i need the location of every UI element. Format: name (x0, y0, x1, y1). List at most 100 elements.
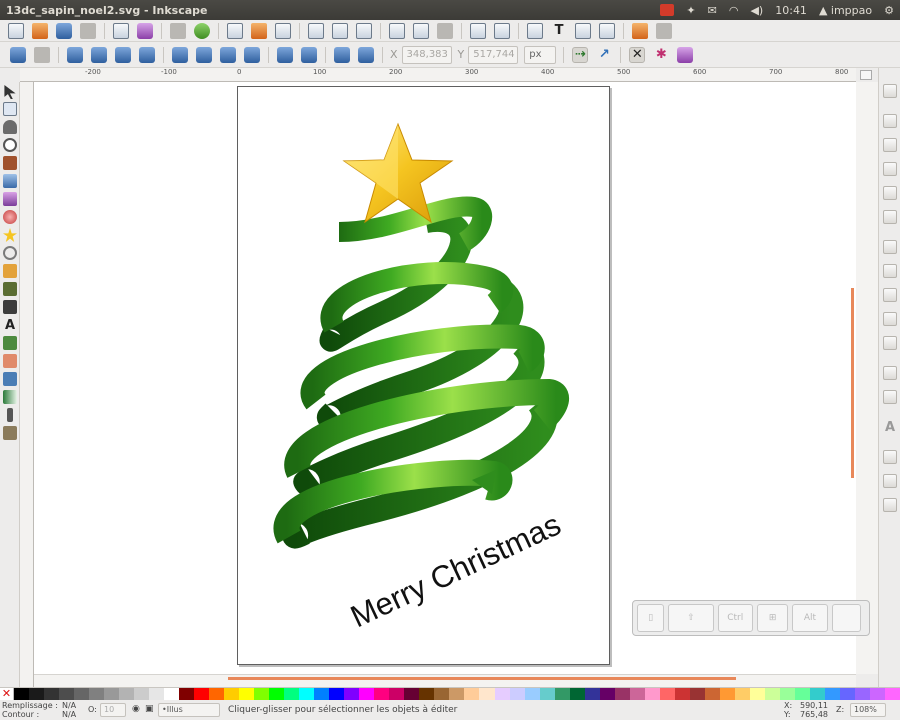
spray-tool-icon[interactable] (3, 336, 17, 350)
node-tool-icon[interactable] (3, 102, 17, 116)
session-gear-icon[interactable]: ⚙ (884, 0, 894, 20)
export-icon[interactable] (137, 22, 153, 39)
zoom-selection-icon[interactable] (308, 22, 324, 39)
eraser-tool-icon[interactable] (3, 354, 17, 368)
horizontal-scrollbar-thumb[interactable] (228, 677, 736, 680)
snap-smooth-icon[interactable] (883, 336, 897, 350)
osk-key-extra[interactable] (831, 604, 862, 632)
snap-center-icon[interactable] (883, 210, 897, 224)
gradient-tool-icon[interactable] (3, 390, 17, 404)
paint-bucket-tool-icon[interactable] (3, 372, 17, 386)
delete-segment-icon[interactable] (139, 46, 155, 63)
save-icon[interactable] (56, 22, 72, 39)
undo-icon[interactable] (170, 22, 186, 39)
greeting-text[interactable]: Merry Christmas (345, 507, 566, 635)
ellipse-tool-icon[interactable] (3, 210, 17, 224)
zoom-tool-icon[interactable] (3, 138, 17, 152)
text-font-icon[interactable]: T (551, 23, 567, 39)
artwork[interactable]: Merry Christmas (34, 82, 856, 674)
show-transform-handles-icon[interactable]: ⇢ (572, 46, 589, 63)
copy-icon[interactable] (227, 22, 243, 39)
snap-nodes-icon[interactable] (883, 240, 897, 254)
clock[interactable]: 10:41 (775, 0, 807, 20)
wifi-icon[interactable]: ◠ (729, 0, 739, 20)
notification-icon[interactable] (660, 0, 675, 20)
snap-bbox-edges-icon[interactable] (883, 138, 897, 152)
connector-tool-icon[interactable] (3, 426, 17, 440)
snap-guide-icon[interactable] (883, 498, 897, 512)
measure-tool-icon[interactable] (3, 156, 17, 170)
align-distribute-icon[interactable] (599, 22, 615, 39)
open-file-icon[interactable] (32, 22, 48, 39)
layer-select[interactable]: •Illus (158, 703, 220, 717)
show-outline-icon[interactable]: ✕ (629, 46, 646, 63)
fill-stroke-icon[interactable] (527, 22, 543, 39)
calligraphy-tool-icon[interactable] (3, 300, 17, 314)
preferences-icon[interactable] (632, 22, 648, 39)
document-properties-icon[interactable] (656, 22, 672, 39)
y-input[interactable]: 517,744 (468, 45, 519, 64)
vertical-scrollbar[interactable] (856, 82, 878, 674)
duplicate-icon[interactable] (389, 22, 405, 39)
zoom-drawing-icon[interactable] (332, 22, 348, 39)
vertical-scrollbar-thumb[interactable] (851, 288, 854, 478)
snap-bbox-midpoints-icon[interactable] (883, 186, 897, 200)
osk-key-alt[interactable]: Alt (792, 604, 828, 632)
insert-node-icon[interactable] (10, 46, 26, 63)
cusp-node-icon[interactable] (172, 46, 188, 63)
snap-grid-icon[interactable] (883, 474, 897, 488)
join-segment-icon[interactable] (115, 46, 131, 63)
paste-icon[interactable] (275, 22, 291, 39)
edit-mask-icon[interactable] (677, 46, 694, 63)
new-document-icon[interactable] (8, 22, 24, 39)
line-segment-icon[interactable] (277, 46, 293, 63)
object-to-path-icon[interactable] (334, 46, 350, 63)
spiral-tool-icon[interactable] (3, 246, 17, 260)
osk-key-ctrl[interactable]: Ctrl (717, 604, 753, 632)
dropbox-icon[interactable]: ✦ (686, 0, 695, 20)
zoom-correction-icon[interactable] (860, 70, 872, 80)
join-nodes-icon[interactable] (67, 46, 83, 63)
star-tool-icon[interactable] (3, 228, 17, 242)
pen-tool-icon[interactable] (3, 282, 17, 296)
edit-clip-icon[interactable]: ✱ (653, 47, 669, 63)
snap-bbox-corners-icon[interactable] (883, 162, 897, 176)
snap-page-border-icon[interactable] (883, 450, 897, 464)
snap-cusp-icon[interactable] (883, 312, 897, 326)
x-input[interactable]: 348,383 (401, 45, 452, 64)
snap-intersections-icon[interactable] (883, 288, 897, 302)
curve-segment-icon[interactable] (301, 46, 317, 63)
clone-icon[interactable] (413, 22, 429, 39)
break-path-icon[interactable] (91, 46, 107, 63)
snap-text-baseline-icon[interactable]: A (883, 420, 897, 435)
user-menu[interactable]: ▲ imppao (819, 0, 872, 20)
stroke-to-path-icon[interactable] (358, 46, 374, 63)
text-tool-icon[interactable]: A (3, 318, 17, 333)
tweak-tool-icon[interactable] (3, 120, 17, 134)
horizontal-scrollbar[interactable] (34, 674, 856, 687)
x-coordinate-field[interactable]: X 348,383 (390, 45, 452, 64)
xml-editor-icon[interactable] (575, 22, 591, 39)
snap-bbox-icon[interactable] (883, 114, 897, 128)
christmas-tree-ribbon[interactable] (273, 196, 569, 549)
auto-smooth-node-icon[interactable] (244, 46, 260, 63)
volume-icon[interactable]: ◀) (750, 0, 763, 20)
show-bezier-handles-icon[interactable]: ↗ (596, 47, 612, 63)
delete-node-icon[interactable] (34, 46, 50, 63)
import-icon[interactable] (113, 22, 129, 39)
osk-key-super[interactable]: ⊞ (756, 604, 789, 632)
mail-icon[interactable]: ✉ (708, 0, 717, 20)
mouse-icon[interactable]: ▯ (637, 604, 665, 632)
cut-icon[interactable] (251, 22, 267, 39)
symmetric-node-icon[interactable] (220, 46, 236, 63)
rectangle-tool-icon[interactable] (3, 174, 17, 188)
pencil-tool-icon[interactable] (3, 264, 17, 278)
drawing-canvas[interactable]: Merry Christmas (34, 82, 856, 674)
zoom-page-icon[interactable] (356, 22, 372, 39)
snap-paths-icon[interactable] (883, 264, 897, 278)
snap-toggle-icon[interactable] (883, 84, 897, 98)
ungroup-icon[interactable] (494, 22, 510, 39)
layer-lock-icon[interactable]: ▣ (145, 704, 154, 714)
smooth-node-icon[interactable] (196, 46, 212, 63)
dropper-tool-icon[interactable] (7, 408, 13, 422)
